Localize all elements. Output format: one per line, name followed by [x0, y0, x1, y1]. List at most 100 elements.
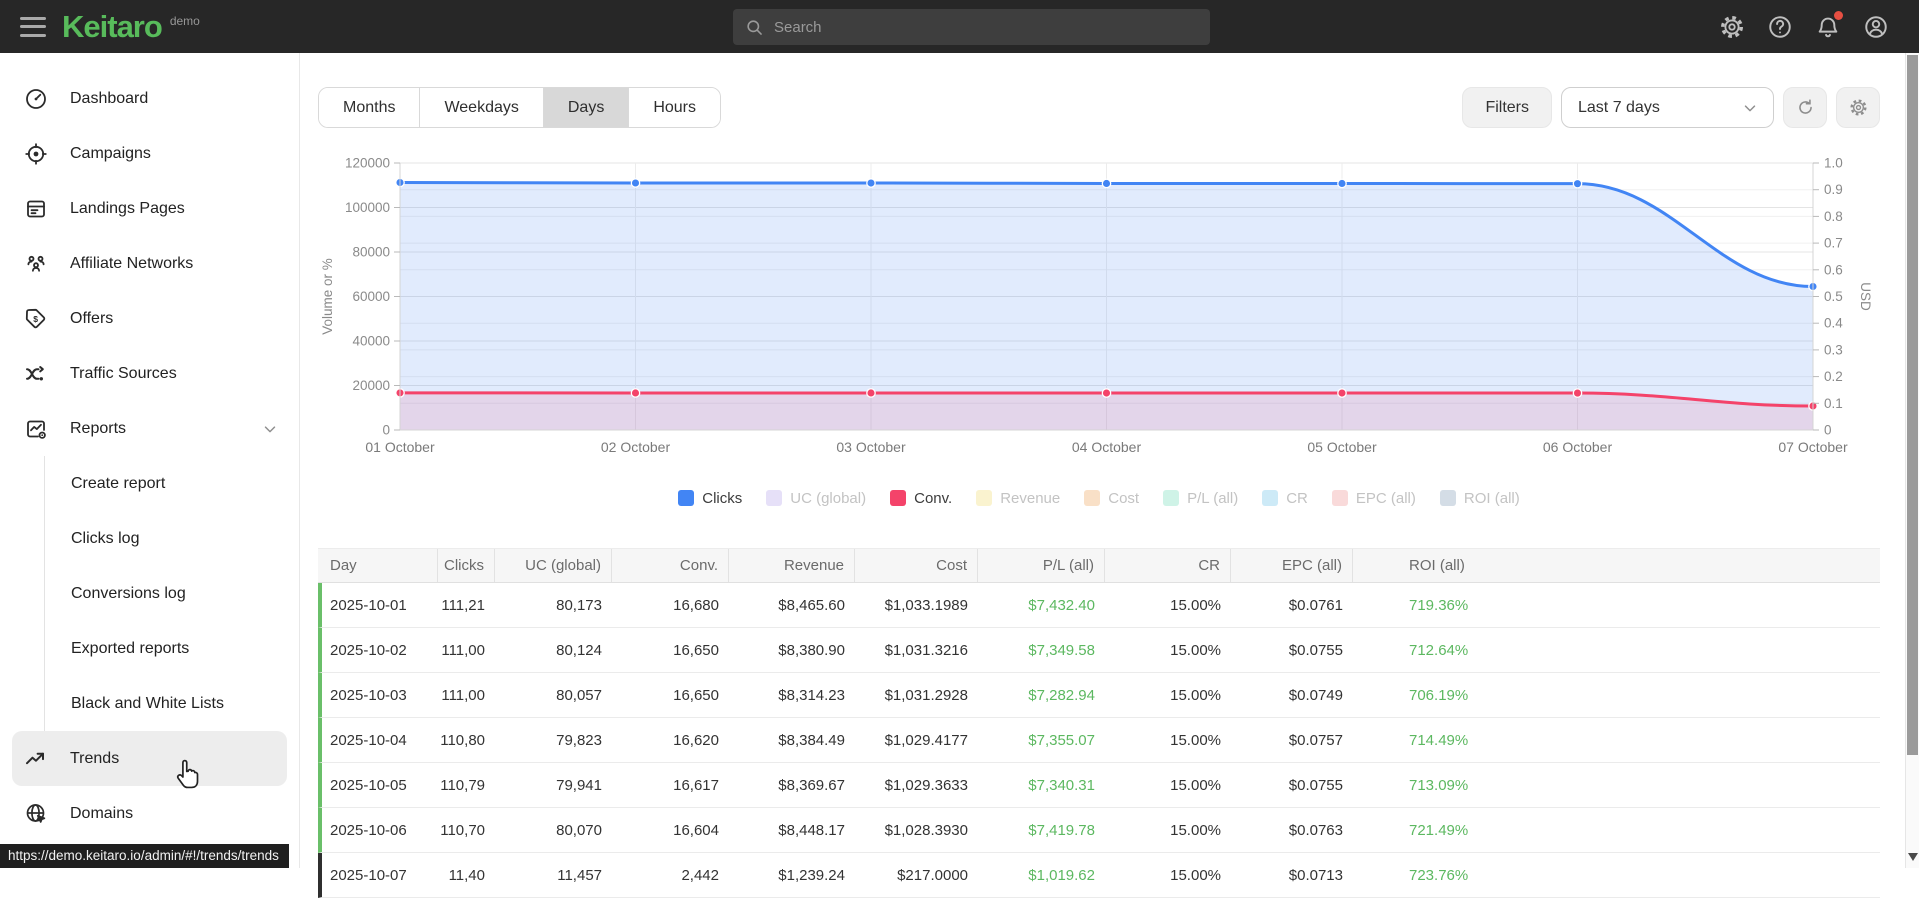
sidebar-item-label: Campaigns: [70, 145, 151, 163]
sidebar-item-reports[interactable]: Reports: [0, 401, 299, 456]
table-row[interactable]: 2025-10-06110,7080,07016,604$8,448.17$1,…: [318, 808, 1880, 853]
tab-days[interactable]: Days: [544, 88, 629, 127]
svg-text:1.0: 1.0: [1824, 156, 1843, 171]
chart-settings-button[interactable]: [1836, 87, 1880, 128]
page-scrollbar[interactable]: [1905, 53, 1919, 868]
cell-cost: $1,028.3930: [855, 808, 978, 852]
scrollbar-thumb[interactable]: [1907, 55, 1918, 755]
sidebar-item-offers[interactable]: $Offers: [0, 291, 299, 346]
campaigns-icon: [24, 142, 48, 166]
sidebar-item-exported-reports[interactable]: Exported reports: [45, 621, 299, 676]
settings-gear-icon[interactable]: [1719, 14, 1745, 40]
traffic-icon: [24, 362, 48, 386]
cell-uc-global: 79,941: [495, 763, 612, 807]
dashboard-icon: [24, 87, 48, 111]
legend-item-roi-all[interactable]: ROI (all): [1440, 490, 1520, 507]
table-row[interactable]: 2025-10-04110,8079,82316,620$8,384.49$1,…: [318, 718, 1880, 763]
cell-cr: 15.00%: [1105, 853, 1231, 897]
menu-icon[interactable]: [20, 17, 46, 37]
column-header-cr[interactable]: CR: [1105, 549, 1231, 582]
svg-text:03 October: 03 October: [836, 439, 906, 455]
scrollbar-down-arrow[interactable]: [1906, 853, 1919, 865]
tab-months[interactable]: Months: [319, 88, 420, 127]
date-range-select[interactable]: Last 7 days: [1561, 87, 1774, 128]
cell-conv: 16,620: [612, 718, 729, 762]
search-input[interactable]: [774, 19, 1198, 36]
legend-item-clicks[interactable]: Clicks: [678, 490, 742, 507]
date-range-value: Last 7 days: [1578, 99, 1660, 117]
column-header-cost[interactable]: Cost: [855, 549, 978, 582]
column-header-uc-global[interactable]: UC (global): [495, 549, 612, 582]
table-row[interactable]: 2025-10-05110,7979,94116,617$8,369.67$1,…: [318, 763, 1880, 808]
cell-clicks: 110,80: [438, 718, 495, 762]
table-row[interactable]: 2025-10-01111,2180,17316,680$8,465.60$1,…: [318, 583, 1880, 628]
legend-item-epc-all[interactable]: EPC (all): [1332, 490, 1416, 507]
filters-button[interactable]: Filters: [1462, 87, 1552, 128]
legend-item-revenue[interactable]: Revenue: [976, 490, 1060, 507]
svg-text:0.2: 0.2: [1824, 369, 1843, 384]
cell-day: 2025-10-05: [322, 763, 438, 807]
svg-text:02 October: 02 October: [601, 439, 671, 455]
column-header-epc-all[interactable]: EPC (all): [1231, 549, 1353, 582]
user-account-icon[interactable]: [1863, 14, 1889, 40]
column-header-day[interactable]: Day: [322, 549, 438, 582]
chart-legend: Clicks UC (global) Conv. Revenue Cost P/L (al…: [318, 486, 1880, 510]
column-header-roi-all[interactable]: ROI (all): [1353, 549, 1880, 582]
column-header-revenue[interactable]: Revenue: [729, 549, 855, 582]
svg-text:0: 0: [382, 423, 390, 438]
sidebar-item-clicks-log[interactable]: Clicks log: [45, 511, 299, 566]
refresh-icon: [1796, 98, 1815, 117]
tab-hours[interactable]: Hours: [629, 88, 720, 127]
sidebar-item-trends[interactable]: Trends: [12, 731, 287, 786]
status-url: https://demo.keitaro.io/admin/#!/trends/…: [0, 844, 289, 868]
legend-item-cost[interactable]: Cost: [1084, 490, 1139, 507]
refresh-button[interactable]: [1783, 87, 1827, 128]
legend-item-p-l-all[interactable]: P/L (all): [1163, 490, 1238, 507]
cell-conv: 16,680: [612, 583, 729, 627]
sidebar-item-traffic-sources[interactable]: Traffic Sources: [0, 346, 299, 401]
sidebar-item-dashboard[interactable]: Dashboard: [0, 71, 299, 126]
sidebar-item-label: Traffic Sources: [70, 365, 177, 383]
legend-swatch: [1332, 490, 1348, 506]
legend-swatch: [890, 490, 906, 506]
table-row[interactable]: 2025-10-02111,0080,12416,650$8,380.90$1,…: [318, 628, 1880, 673]
cell-revenue: $1,239.24: [729, 853, 855, 897]
tab-weekdays[interactable]: Weekdays: [420, 88, 543, 127]
cell-clicks: 111,21: [438, 583, 495, 627]
legend-item-conv[interactable]: Conv.: [890, 490, 952, 507]
app-logo[interactable]: Keitaro: [62, 9, 162, 45]
sidebar-item-label: Domains: [70, 805, 133, 823]
sidebar-item-create-report[interactable]: Create report: [45, 456, 299, 511]
sidebar-item-landings-pages[interactable]: Landings Pages: [0, 181, 299, 236]
cell-cr: 15.00%: [1105, 718, 1231, 762]
table-row[interactable]: 2025-10-0711,4011,4572,442$1,239.24$217.…: [318, 853, 1880, 898]
global-search[interactable]: [733, 9, 1210, 45]
column-header-clicks[interactable]: Clicks: [438, 549, 495, 582]
help-icon[interactable]: [1767, 14, 1793, 40]
offers-icon: $: [24, 307, 48, 331]
sidebar-item-affiliate-networks[interactable]: Affiliate Networks: [0, 236, 299, 291]
sidebar-item-campaigns[interactable]: Campaigns: [0, 126, 299, 181]
cell-epc-all: $0.0763: [1231, 808, 1353, 852]
trends-chart[interactable]: 02000040000600008000010000012000000.10.2…: [318, 145, 1880, 464]
cell-roi-all: 719.36%: [1353, 583, 1880, 627]
notifications-bell-icon[interactable]: [1815, 14, 1841, 40]
sidebar-item-conversions-log[interactable]: Conversions log: [45, 566, 299, 621]
sidebar-item-black-and-white-lists[interactable]: Black and White Lists: [45, 676, 299, 731]
cell-roi-all: 723.76%: [1353, 853, 1880, 897]
svg-text:$: $: [33, 313, 38, 323]
svg-text:80000: 80000: [352, 245, 390, 260]
svg-text:120000: 120000: [345, 156, 390, 171]
cell-cost: $1,029.4177: [855, 718, 978, 762]
column-header-conv[interactable]: Conv.: [612, 549, 729, 582]
cell-conv: 16,650: [612, 628, 729, 672]
column-header-p-l-all[interactable]: P/L (all): [978, 549, 1105, 582]
legend-item-uc-global[interactable]: UC (global): [766, 490, 866, 507]
legend-item-cr[interactable]: CR: [1262, 490, 1308, 507]
cell-revenue: $8,380.90: [729, 628, 855, 672]
sidebar-item-domains[interactable]: Domains: [0, 786, 299, 841]
svg-text:0.1: 0.1: [1824, 396, 1843, 411]
sidebar-item-label: Trends: [70, 750, 119, 768]
table-row[interactable]: 2025-10-03111,0080,05716,650$8,314.23$1,…: [318, 673, 1880, 718]
cell-conv: 16,604: [612, 808, 729, 852]
